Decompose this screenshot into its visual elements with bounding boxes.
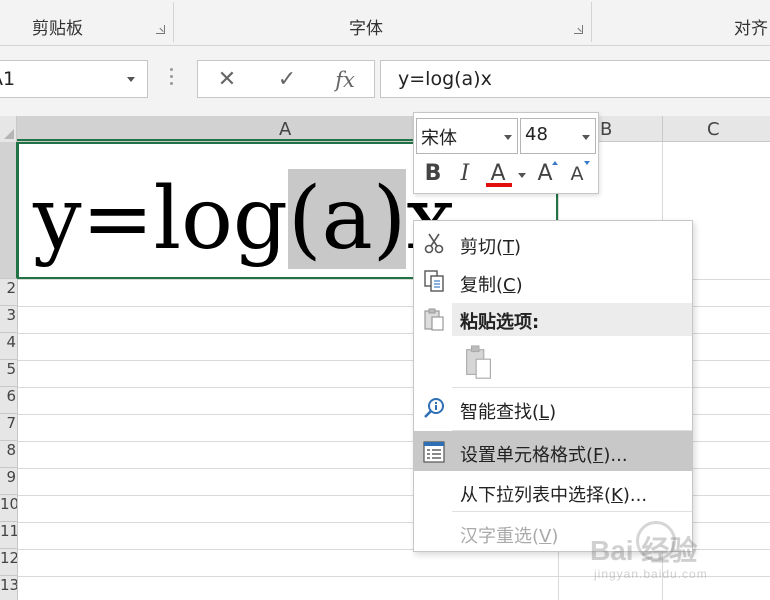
paste-icon [424, 308, 444, 331]
row-header[interactable]: 10 [0, 495, 17, 522]
row-header[interactable]: 2 [0, 279, 17, 306]
copy-icon [424, 270, 444, 292]
menu-item-label: 从下拉列表中选择(K)... [460, 485, 648, 506]
paste-option-keep-source[interactable] [414, 342, 692, 386]
increase-font-size-button[interactable]: A [532, 159, 558, 189]
column-header-label: A [279, 119, 292, 140]
ribbon: 剪贴板 字体 对齐 [0, 0, 770, 46]
menu-item-cut[interactable]: 剪切(T) [414, 233, 692, 259]
decrease-font-size-button[interactable]: A [564, 159, 590, 189]
font-size-value: 48 [525, 124, 548, 145]
font-color-button[interactable]: A [484, 159, 512, 189]
menu-item-label: 剪切(T) [460, 237, 522, 258]
baidu-watermark: Bai 经验 jingyan.baidu.com [590, 515, 760, 595]
paste-keep-source-icon [466, 345, 491, 379]
row-header[interactable]: 7 [0, 414, 17, 441]
drag-handle-icon[interactable] [170, 68, 173, 90]
name-box[interactable]: A1 [0, 60, 148, 98]
ribbon-group-alignment: 对齐 [734, 19, 768, 39]
row-header[interactable]: 8 [0, 441, 17, 468]
formula-input[interactable]: y=log(a)x [380, 60, 770, 98]
row-header[interactable]: 11 [0, 522, 17, 549]
column-divider [662, 116, 663, 142]
insert-function-icon[interactable]: fx [330, 65, 360, 95]
name-box-value: A1 [0, 68, 16, 90]
watermark-brand: Bai 经验 [590, 535, 698, 566]
ribbon-group-font: 字体 [349, 19, 383, 39]
menu-separator [452, 511, 692, 512]
row-headers: 2 3 4 5 6 7 8 9 10 11 12 13 [0, 142, 18, 600]
chevron-down-icon[interactable] [504, 135, 512, 140]
enter-icon[interactable]: ✓ [272, 65, 302, 95]
font-color-swatch [486, 183, 512, 187]
row-header[interactable]: 9 [0, 468, 17, 495]
triangle-down-icon [584, 161, 590, 165]
grow-font-label: A [537, 161, 553, 186]
row-header[interactable]: 3 [0, 306, 17, 333]
cell-text-selected: (a) [287, 169, 407, 269]
menu-item-label: 复制(C) [460, 275, 523, 296]
ribbon-divider [173, 2, 174, 42]
menu-item-label: 粘贴选项: [460, 312, 540, 333]
formula-bar-row: A1 ✕ ✓ fx y=log(a)x [0, 46, 770, 116]
cancel-icon[interactable]: ✕ [212, 65, 242, 95]
scissors-icon [424, 233, 444, 254]
menu-item-smart-lookup[interactable]: 智能查找(L) [414, 398, 692, 424]
menu-item-pick-from-list[interactable]: 从下拉列表中选择(K)... [414, 481, 692, 507]
select-all-button[interactable] [0, 116, 17, 142]
menu-item-label: 汉字重选(V) [460, 526, 559, 547]
menu-item-label: 设置单元格格式(F)... [460, 445, 628, 466]
column-header-c[interactable]: C [707, 119, 720, 140]
menu-item-label: 智能查找(L) [460, 402, 557, 423]
formula-buttons: ✕ ✓ fx [197, 60, 375, 98]
row-header[interactable]: 4 [0, 333, 17, 360]
menu-item-copy[interactable]: 复制(C) [414, 270, 692, 297]
menu-separator [452, 387, 692, 388]
column-header-b[interactable]: B [600, 119, 612, 140]
row-header[interactable]: 6 [0, 387, 17, 414]
clipboard-launcher-icon[interactable] [156, 25, 165, 34]
mini-toolbar: 宋体 48 B I A A A [413, 112, 599, 194]
smart-lookup-icon [424, 398, 444, 418]
chevron-down-icon[interactable] [518, 173, 526, 178]
row-header[interactable]: 12 [0, 549, 17, 576]
ribbon-group-clipboard: 剪贴板 [32, 19, 83, 39]
italic-button[interactable]: I [454, 159, 476, 189]
shrink-font-label: A [570, 163, 584, 185]
font-name-combo[interactable]: 宋体 [416, 118, 518, 154]
row-header[interactable]: 13 [0, 576, 17, 600]
cell-text-before: y=log [33, 169, 288, 269]
paste-options-header: 粘贴选项: [452, 303, 692, 336]
font-launcher-icon[interactable] [574, 25, 583, 34]
format-cells-icon [423, 441, 445, 463]
chevron-down-icon[interactable] [582, 135, 590, 140]
row-header-1[interactable] [0, 142, 17, 279]
row-header[interactable]: 5 [0, 360, 17, 387]
font-size-combo[interactable]: 48 [520, 118, 596, 154]
menu-item-format-cells[interactable]: 设置单元格格式(F)... [414, 431, 692, 471]
chevron-down-icon[interactable] [127, 77, 135, 82]
triangle-up-icon [552, 161, 558, 165]
context-menu: 剪切(T) 复制(C) 粘贴选项: 智能查找(L) 设置单元格格式(F)... … [413, 220, 693, 552]
bold-button[interactable]: B [422, 159, 444, 189]
watermark-url: jingyan.baidu.com [594, 567, 708, 581]
font-name-value: 宋体 [421, 128, 457, 149]
ribbon-divider [591, 2, 592, 42]
column-headers: A B C [0, 116, 770, 142]
cell-a1-content[interactable]: y=log(a)x [33, 169, 455, 269]
